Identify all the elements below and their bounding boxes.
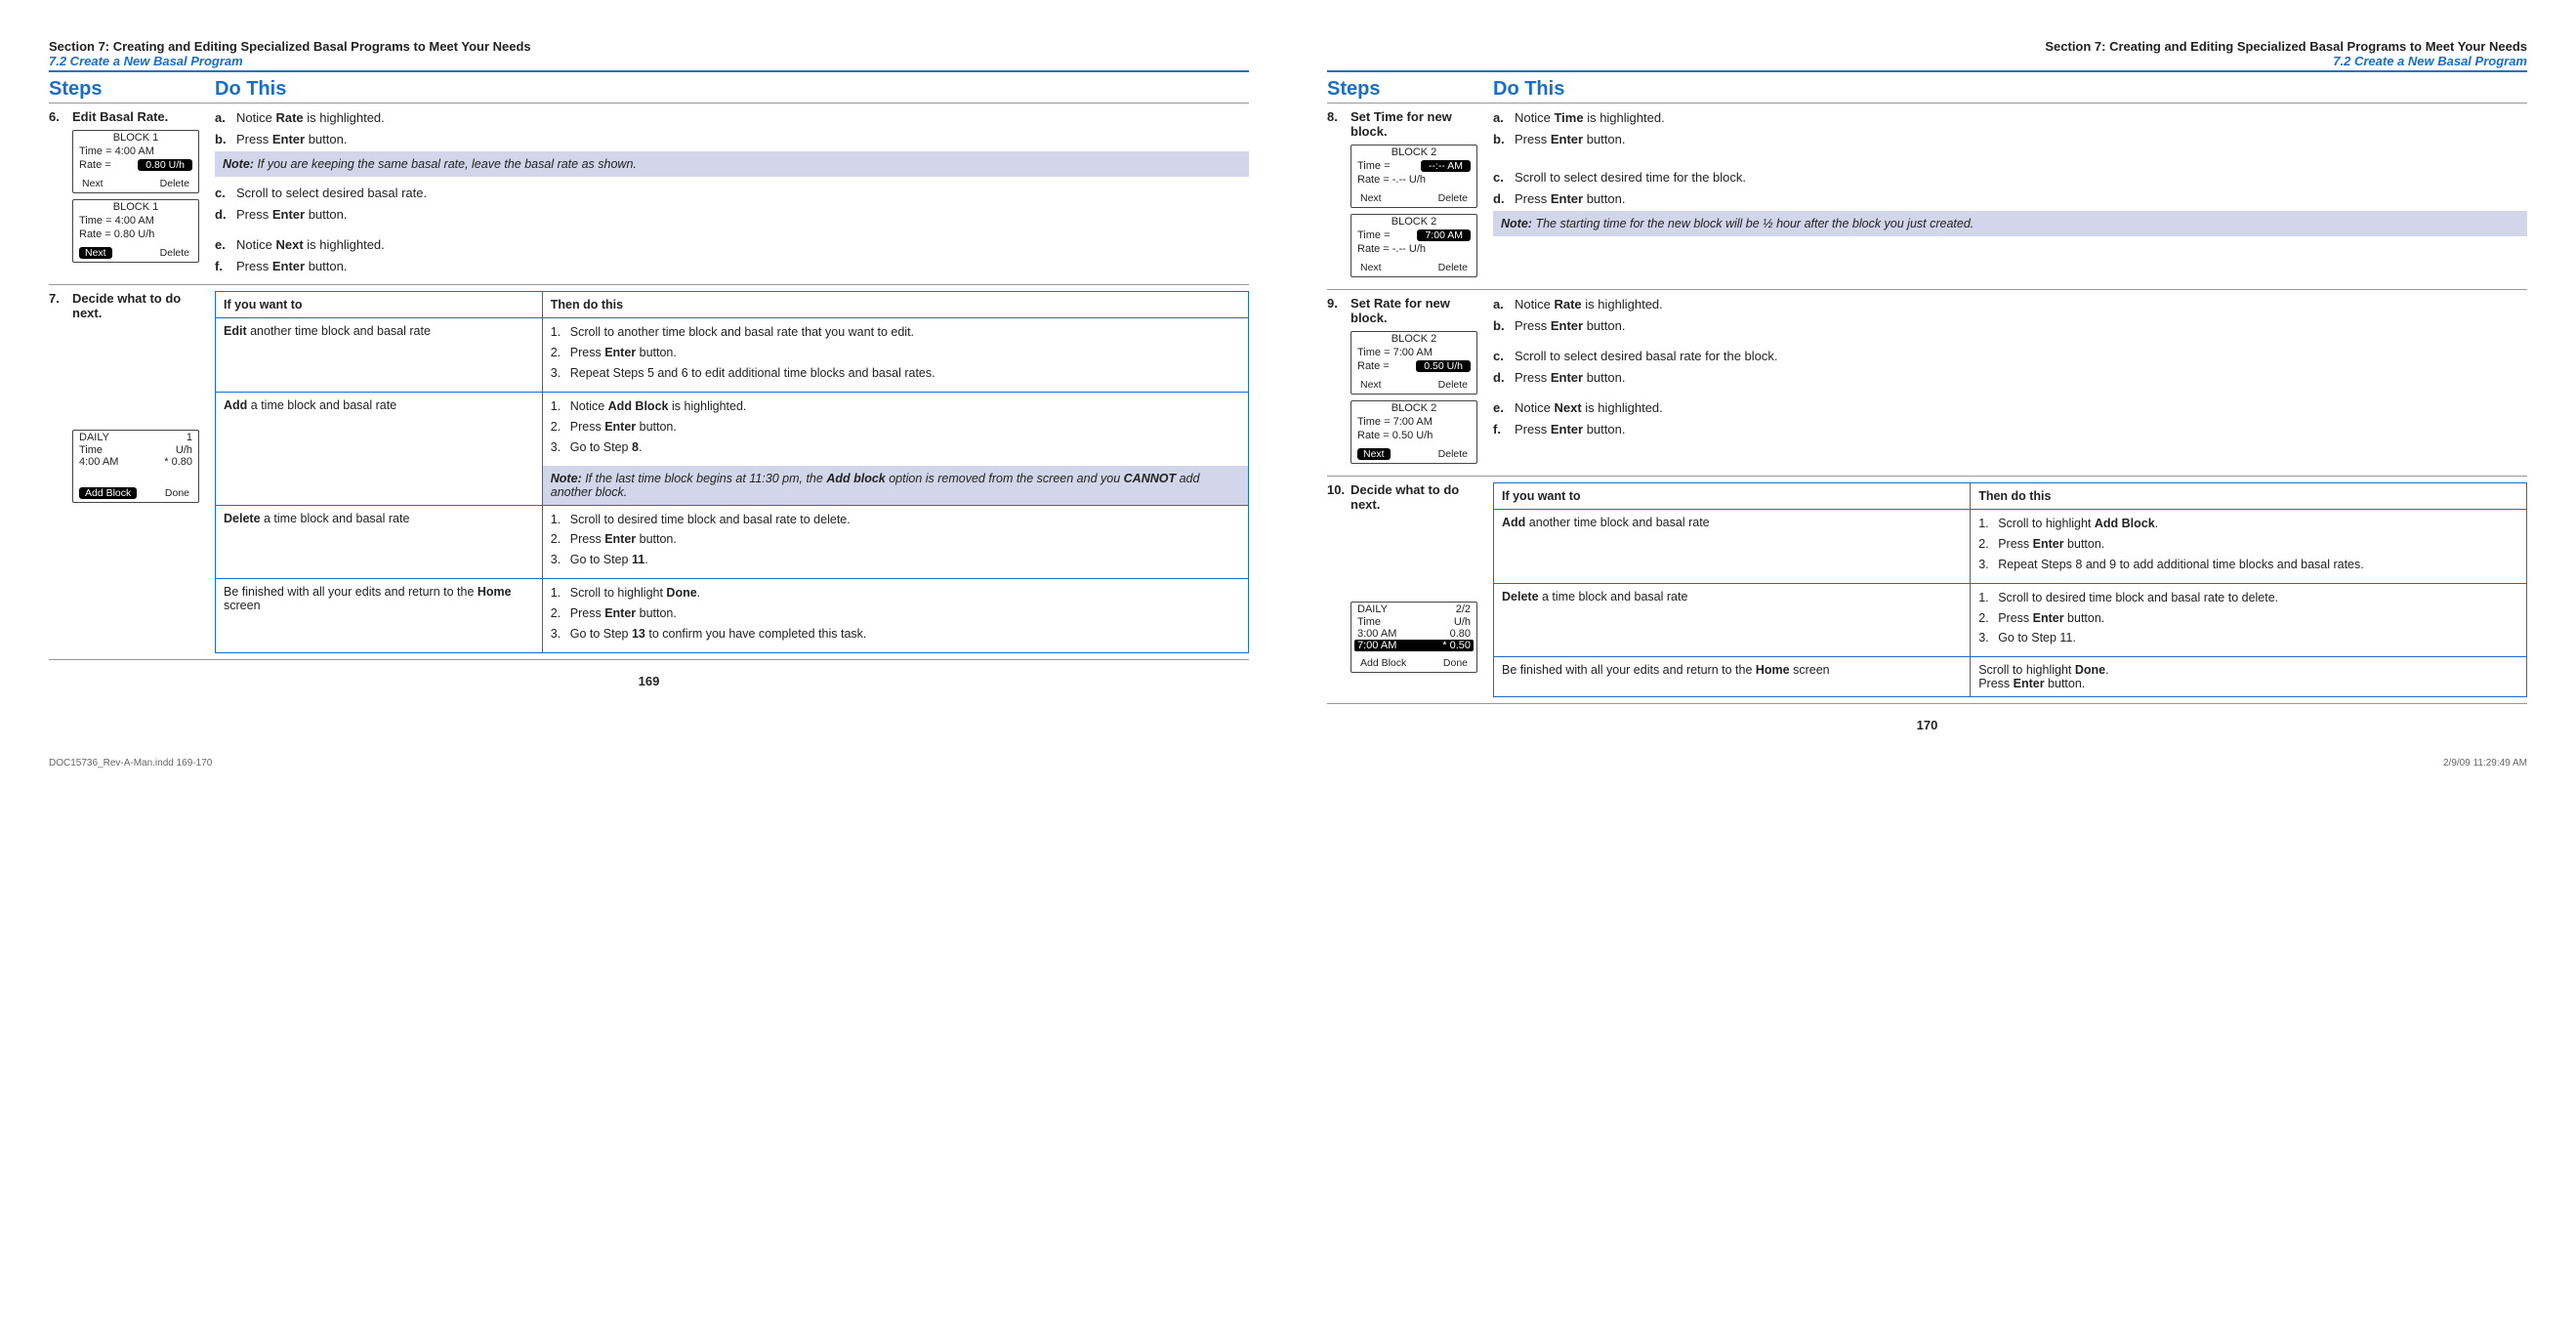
footer-timestamp: 2/9/09 11:29:49 AM [2443, 758, 2527, 769]
step-8: 8. Set Time for new block. BLOCK 2 Time … [1327, 104, 2527, 290]
device-screenshot: BLOCK 2 Time = 7:00 AM Rate = 0.50 U/h N… [1350, 400, 1477, 464]
section-header: Section 7: Creating and Editing Speciali… [1327, 39, 2527, 54]
step-7: 7. Decide what to do next. DAILY1 TimeU/… [49, 285, 1249, 660]
note-box: Note: The starting time for the new bloc… [1493, 211, 2527, 236]
column-headers: Steps Do This [1327, 78, 2527, 104]
dothis-column-title: Do This [215, 78, 1249, 103]
step-6: 6. Edit Basal Rate. BLOCK 1 Time = 4:00 … [49, 104, 1249, 285]
device-screenshot: BLOCK 2 Time =--:-- AM Rate = -.-- U/h N… [1350, 145, 1477, 208]
section-header: Section 7: Creating and Editing Speciali… [49, 39, 1249, 54]
device-screenshot: BLOCK 2 Time = 7:00 AM Rate =0.50 U/h Ne… [1350, 331, 1477, 395]
footer-file: DOC15736_Rev-A-Man.indd 169-170 [49, 758, 212, 769]
step-10: 10. Decide what to do next. DAILY2/2 Tim… [1327, 477, 2527, 704]
header-rule [1327, 70, 2527, 72]
decision-table: If you want toThen do this Edit another … [215, 291, 1249, 653]
step-title: Decide what to do next. [1350, 482, 1483, 512]
step-number: 8. [1327, 109, 1350, 139]
step-number: 10. [1327, 482, 1350, 512]
dothis-column-title: Do This [1493, 78, 2527, 103]
note-box: Note: If you are keeping the same basal … [215, 151, 1249, 177]
header-rule [49, 70, 1249, 72]
note-box: Note: If the last time block begins at 1… [543, 466, 1248, 505]
device-screenshot: DAILY1 TimeU/h 4:00 AM* 0.80 Add BlockDo… [72, 430, 199, 503]
step-number: 6. [49, 109, 72, 124]
subsection-header: 7.2 Create a New Basal Program [49, 54, 1249, 68]
step-9: 9. Set Rate for new block. BLOCK 2 Time … [1327, 290, 2527, 477]
device-screenshot: BLOCK 2 Time =7:00 AM Rate = -.-- U/h Ne… [1350, 214, 1477, 277]
subsection-header: 7.2 Create a New Basal Program [1327, 54, 2527, 68]
decision-table: If you want toThen do this Add another t… [1493, 482, 2527, 697]
step-number: 7. [49, 291, 72, 320]
step-title: Set Rate for new block. [1350, 296, 1483, 325]
column-headers: Steps Do This [49, 78, 1249, 104]
step-title: Edit Basal Rate. [72, 109, 168, 124]
step-title: Decide what to do next. [72, 291, 205, 320]
step-number: 9. [1327, 296, 1350, 325]
device-screenshot: DAILY2/2 TimeU/h 3:00 AM0.80 7:00 AM* 0.… [1350, 602, 1477, 673]
steps-column-title: Steps [1327, 78, 1493, 103]
page-170: Section 7: Creating and Editing Speciali… [1327, 39, 2527, 732]
device-screenshot: BLOCK 1 Time = 4:00 AM Rate = 0.80 U/h N… [72, 199, 199, 263]
device-screenshot: BLOCK 1 Time = 4:00 AM Rate =0.80 U/h Ne… [72, 130, 199, 193]
page-number: 169 [49, 674, 1249, 688]
page-number: 170 [1327, 718, 2527, 732]
steps-column-title: Steps [49, 78, 215, 103]
step-title: Set Time for new block. [1350, 109, 1483, 139]
print-footer: DOC15736_Rev-A-Man.indd 169-170 2/9/09 1… [49, 758, 2527, 769]
page-169: Section 7: Creating and Editing Speciali… [49, 39, 1249, 732]
